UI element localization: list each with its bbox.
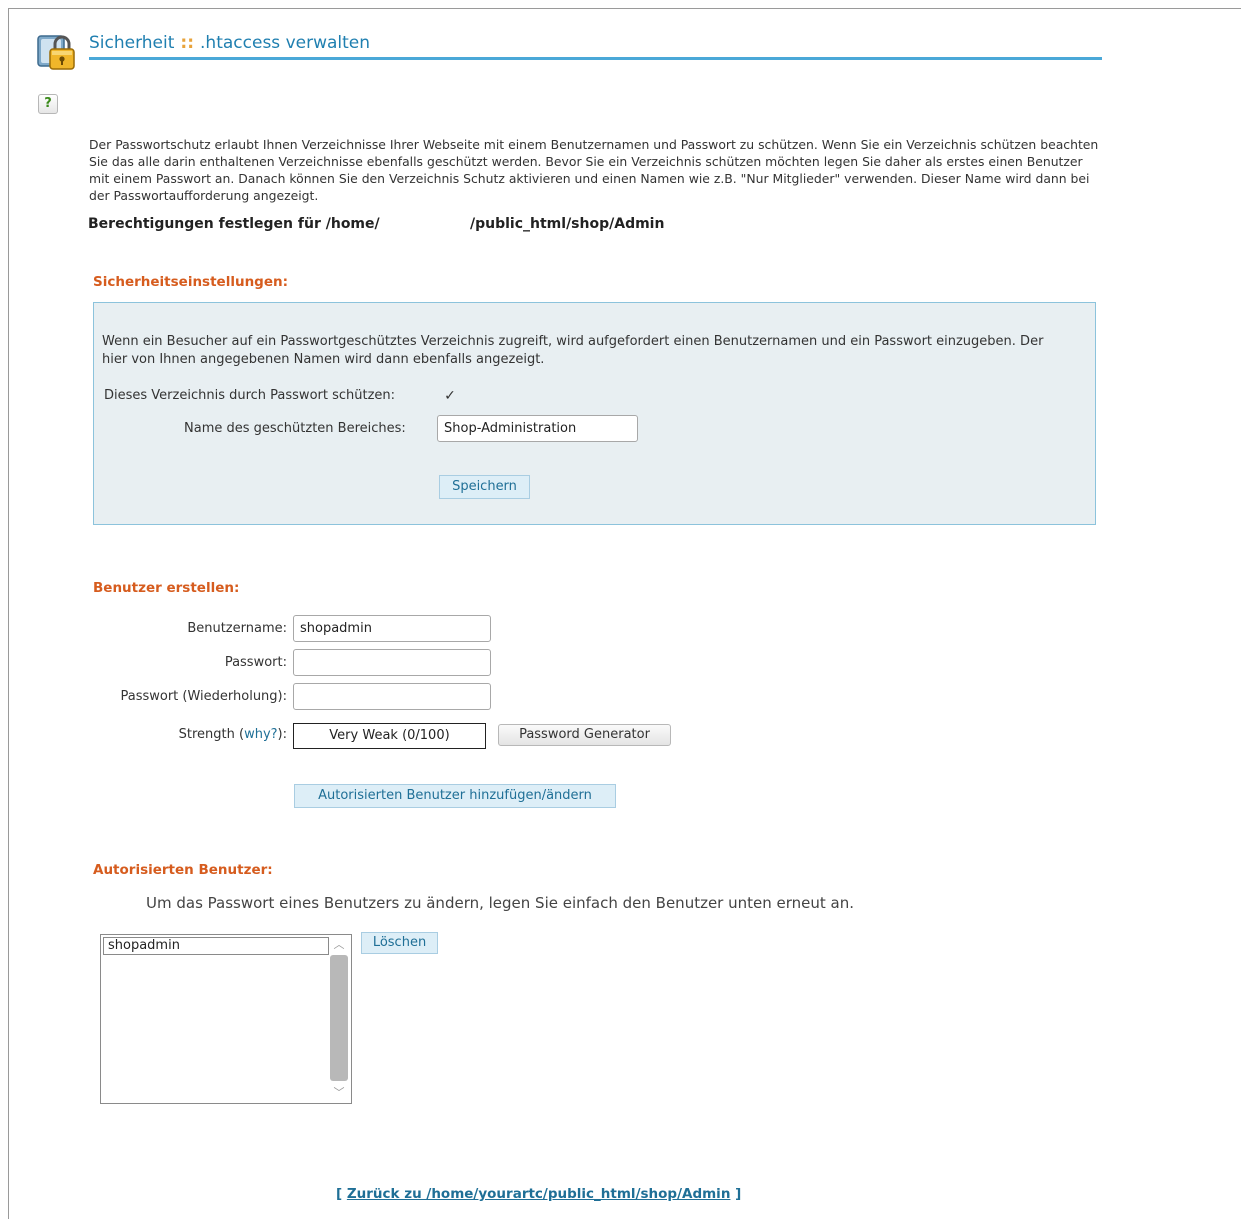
delete-button[interactable]: Löschen xyxy=(361,932,438,954)
list-item[interactable]: shopadmin xyxy=(103,937,329,955)
password-label: Passwort: xyxy=(224,655,287,670)
strength-meter: Very Weak (0/100) xyxy=(293,723,486,749)
password-repeat-input[interactable] xyxy=(293,683,491,710)
permissions-path: /public_html/shop/Admin xyxy=(470,216,665,232)
protect-directory-label: Dieses Verzeichnis durch Passwort schütz… xyxy=(104,388,396,403)
add-user-button[interactable]: Autorisierten Benutzer hinzufügen/ändern xyxy=(294,784,616,808)
why-link[interactable]: why? xyxy=(244,727,277,742)
create-user-title: Benutzer erstellen: xyxy=(93,580,240,596)
page-title-name: .htaccess verwalten xyxy=(200,33,371,53)
scroll-down-icon[interactable]: ﹀ xyxy=(329,1084,349,1102)
page-title: Sicherheit:: .htaccess verwalten xyxy=(89,33,370,53)
back-link-open: [ xyxy=(336,1186,343,1202)
title-separator: :: xyxy=(180,33,195,53)
area-name-label: Name des geschützten Bereiches: xyxy=(184,421,406,436)
security-settings-description: Wenn ein Besucher auf ein Passwortgeschü… xyxy=(102,334,1044,367)
back-link-close: ] xyxy=(735,1186,742,1202)
strength-label-suffix: ): xyxy=(277,727,287,742)
strength-label: Strength (why?): xyxy=(100,727,287,742)
scroll-thumb[interactable] xyxy=(330,955,348,1081)
page-title-section: Sicherheit xyxy=(89,33,175,53)
protect-directory-checkbox[interactable]: ✓ xyxy=(442,388,458,404)
authorized-users-hint: Um das Passwort eines Benutzers zu änder… xyxy=(146,894,855,912)
area-name-input[interactable] xyxy=(437,415,638,442)
username-label: Benutzername: xyxy=(187,621,287,636)
save-button[interactable]: Speichern xyxy=(439,475,530,499)
header-divider xyxy=(89,57,1102,60)
password-input[interactable] xyxy=(293,649,491,676)
back-link-text[interactable]: Zurück zu /home/yourartc/public_html/sho… xyxy=(347,1186,731,1202)
scroll-up-icon[interactable]: ︿ xyxy=(329,936,349,954)
intro-text: Der Passwortschutz erlaubt Ihnen Verzeic… xyxy=(89,137,1099,203)
security-settings-title: Sicherheitseinstellungen: xyxy=(93,274,289,290)
password-repeat-label: Passwort (Wiederholung): xyxy=(120,689,287,704)
listbox-scrollbar[interactable]: ︿ ﹀ xyxy=(329,936,349,1102)
authorized-users-title: Autorisierten Benutzer: xyxy=(93,862,273,878)
help-icon[interactable]: ? xyxy=(38,94,58,114)
lock-icon xyxy=(36,30,78,72)
back-link[interactable]: [ Zurück zu /home/yourartc/public_html/s… xyxy=(336,1186,741,1202)
permissions-label: Berechtigungen festlegen für /home/ xyxy=(88,216,380,232)
strength-label-prefix: Strength ( xyxy=(178,727,245,742)
user-listbox[interactable]: shopadmin ︿ ﹀ xyxy=(100,934,352,1104)
password-generator-button[interactable]: Password Generator xyxy=(498,724,671,746)
username-input[interactable] xyxy=(293,615,491,642)
